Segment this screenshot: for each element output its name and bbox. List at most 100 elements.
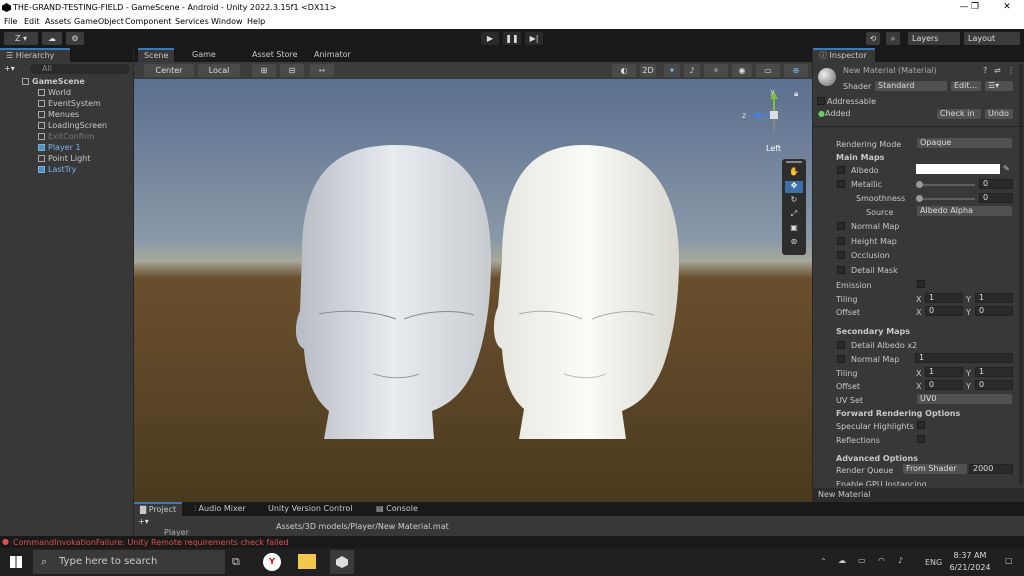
menu-file[interactable]: File — [4, 17, 17, 26]
help-icon[interactable]: ? — [983, 66, 987, 75]
reflections-checkbox[interactable] — [917, 435, 925, 443]
notifications-icon[interactable]: ▢ — [1005, 556, 1013, 565]
rect-tool-icon[interactable]: ▣ — [785, 223, 803, 235]
normal-map2-input[interactable]: 1 — [915, 353, 1013, 363]
list-item[interactable]: LastTry — [0, 164, 133, 175]
add-icon[interactable]: +▾ — [4, 64, 15, 73]
yandex-browser-icon[interactable]: Y — [263, 553, 281, 571]
undo-button[interactable]: Undo — [985, 109, 1013, 119]
status-error-message[interactable]: CommandInvokationFailure: Unity Remote r… — [13, 538, 289, 547]
effects-icon[interactable]: ✧ — [704, 64, 728, 77]
head-model-right[interactable] — [493, 145, 679, 439]
camera-icon[interactable]: ▭ — [756, 64, 780, 77]
play-icon[interactable]: ▶ — [481, 32, 499, 45]
drag-handle-icon[interactable] — [786, 161, 802, 163]
network-icon[interactable]: ▭ — [858, 556, 866, 565]
render-queue-input[interactable]: 2000 — [969, 464, 1013, 474]
project-folder-item[interactable]: Player — [164, 528, 189, 536]
add-asset-icon[interactable]: +▾ — [138, 517, 149, 526]
check-in-button[interactable]: Check in — [937, 109, 981, 119]
menu-gameobject[interactable]: GameObject — [74, 17, 124, 26]
layers-dropdown[interactable]: Layers — [908, 32, 960, 45]
move-tool-icon[interactable]: ✥ — [785, 181, 803, 193]
tiling2-y-input[interactable]: 1 — [975, 367, 1013, 377]
uv-set-dropdown[interactable]: UV0 — [917, 394, 1012, 404]
language-indicator[interactable]: ENG — [925, 558, 942, 567]
offset2-x-input[interactable]: 0 — [925, 380, 963, 390]
rotate-tool-icon[interactable]: ↻ — [785, 195, 803, 207]
preset-icon[interactable]: ⇌ — [994, 66, 1001, 75]
list-item[interactable]: Menues — [0, 109, 133, 120]
tab-version-control[interactable]: Unity Version Control — [262, 502, 358, 516]
grid-icon[interactable]: ⊟ — [280, 64, 304, 77]
onedrive-icon[interactable]: ☁ — [838, 556, 846, 565]
audio-icon[interactable]: ♪ — [684, 64, 700, 77]
emission-checkbox[interactable] — [917, 280, 925, 288]
list-item[interactable]: EventSystem — [0, 98, 133, 109]
specular-highlights-checkbox[interactable] — [917, 421, 925, 429]
list-item[interactable]: ExitConfirm — [0, 131, 133, 142]
gizmos-icon[interactable]: ⊕ — [784, 64, 808, 77]
windows-start-icon[interactable] — [10, 556, 22, 568]
smoothness-slider[interactable] — [919, 198, 975, 200]
pivot-dropdown[interactable]: Center — [144, 64, 194, 77]
lighting-icon[interactable]: ✦ — [664, 64, 680, 77]
clock-time[interactable]: 8:37 AM — [950, 551, 990, 560]
metallic-slider-knob[interactable] — [916, 181, 923, 188]
tab-hierarchy[interactable]: ☰ Hierarchy — [0, 48, 70, 62]
offset-y-input[interactable]: 0 — [975, 306, 1013, 316]
hierarchy-search-input[interactable]: All — [30, 64, 130, 74]
smoothness-input[interactable]: 0 — [979, 193, 1013, 203]
tab-asset-store[interactable]: Asset Store — [246, 48, 304, 62]
metallic-input[interactable]: 0 — [979, 179, 1013, 189]
cloud-icon[interactable]: ☁ — [42, 32, 62, 45]
inspector-scrollbar[interactable] — [1019, 64, 1023, 484]
render-queue-dropdown[interactable]: From Shader — [903, 464, 967, 474]
source-dropdown[interactable]: Albedo Alpha — [917, 206, 1012, 216]
wifi-icon[interactable]: ◠ — [878, 556, 885, 565]
transform-tool-icon[interactable]: ⊛ — [785, 237, 803, 249]
clock-date[interactable]: 6/21/2024 — [946, 563, 994, 572]
menu-window[interactable]: Window — [211, 17, 243, 26]
volume-icon[interactable]: ♪ — [898, 556, 903, 565]
settings-icon[interactable]: ⚙ — [66, 32, 84, 45]
grid-snap-icon[interactable]: ⊞ — [252, 64, 276, 77]
tab-game[interactable]: Game — [186, 48, 222, 62]
eyedropper-icon[interactable]: ✎ — [1003, 164, 1010, 173]
menu-component[interactable]: Component — [125, 17, 171, 26]
metallic-slider[interactable] — [919, 184, 975, 186]
shading-mode-icon[interactable]: ◐ — [612, 64, 636, 77]
occlusion-slot[interactable] — [837, 251, 845, 259]
metallic-texture-slot[interactable] — [837, 180, 845, 188]
close-button[interactable]: ✕ — [990, 0, 1024, 15]
scene-viewport[interactable]: y z Left 🔒︎ ✋ ✥ ↻ ⤢ ▣ ⊛ — [134, 79, 812, 502]
height-map-slot[interactable] — [837, 237, 845, 245]
smoothness-slider-knob[interactable] — [916, 195, 923, 202]
history-icon[interactable]: ⟲ — [866, 32, 880, 45]
offset-x-input[interactable]: 0 — [925, 306, 963, 316]
maximize-button[interactable]: ❐ — [955, 0, 995, 15]
menu-edit[interactable]: Edit — [24, 17, 40, 26]
albedo-texture-slot[interactable] — [837, 166, 845, 174]
tab-scene[interactable]: Scene — [138, 48, 175, 62]
list-item[interactable]: World — [0, 87, 133, 98]
tab-inspector[interactable]: ⓘ Inspector — [813, 48, 875, 62]
tiling2-x-input[interactable]: 1 — [925, 367, 963, 377]
step-icon[interactable]: ▶| — [525, 32, 543, 45]
space-dropdown[interactable]: Local — [198, 64, 240, 77]
tab-project[interactable]: ▇ Project — [134, 502, 183, 516]
shader-dropdown[interactable]: Standard — [875, 81, 947, 91]
addressable-checkbox[interactable] — [817, 97, 825, 105]
taskbar-search-input[interactable]: Type here to search — [33, 550, 225, 574]
shader-menu-icon[interactable]: ☰▾ — [985, 81, 1013, 91]
menu-help[interactable]: Help — [247, 17, 265, 26]
task-view-icon[interactable]: ⧉ — [232, 555, 240, 569]
search-icon[interactable]: ⌕ — [886, 32, 900, 45]
albedo-color-field[interactable] — [916, 164, 1000, 174]
account-button[interactable]: Z ▾ — [4, 32, 38, 45]
tiling-y-input[interactable]: 1 — [975, 293, 1013, 303]
layout-dropdown[interactable]: Layout — [964, 32, 1020, 45]
edit-shader-button[interactable]: Edit... — [951, 81, 981, 91]
list-item[interactable]: Point Light — [0, 153, 133, 164]
normal-map2-slot[interactable] — [837, 355, 845, 363]
